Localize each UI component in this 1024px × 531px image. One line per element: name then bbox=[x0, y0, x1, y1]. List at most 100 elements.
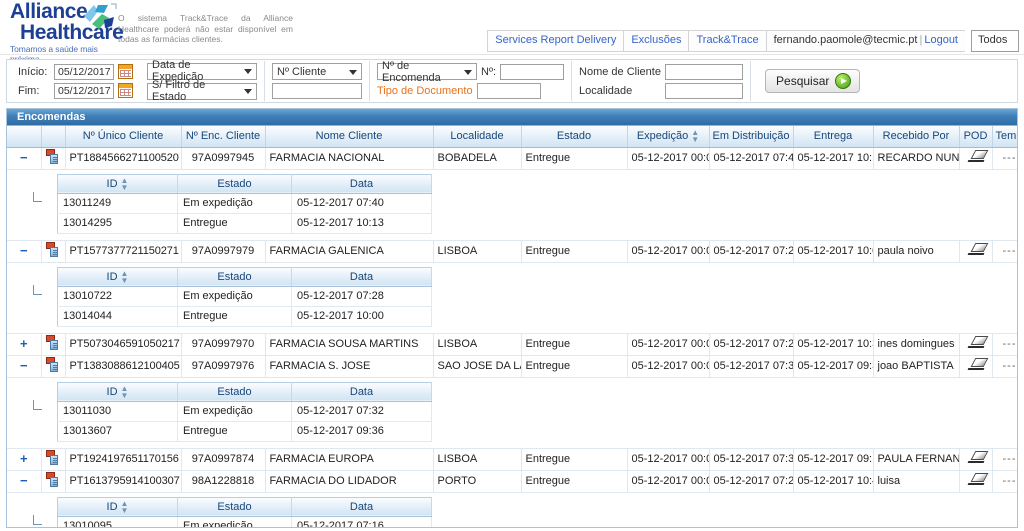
detail-col-id[interactable]: ID ▲ ▼ bbox=[57, 382, 178, 402]
table-row[interactable]: − PT1383088612100405 97A0997976 FARMACIA S.… bbox=[7, 355, 1017, 378]
fim-date-input[interactable]: 05/12/2017 bbox=[54, 82, 114, 99]
localidade-input[interactable] bbox=[665, 82, 744, 99]
detail-table-row: 13014295 Entregue 05-12-2017 10:13 bbox=[57, 213, 432, 234]
table-row[interactable]: + PT5073046591050217 97A0997970 FARMACIA SO… bbox=[7, 333, 1017, 356]
nav-exclusoes[interactable]: Exclusões bbox=[623, 30, 689, 52]
row-doc-cell[interactable] bbox=[41, 240, 66, 263]
row-expander-cell[interactable]: + bbox=[7, 448, 42, 471]
pod-pencil-icon[interactable] bbox=[967, 473, 985, 486]
cell-localidade: BOBADELA bbox=[433, 147, 522, 170]
cell-nome-cliente: FARMACIA SOUSA MARTINS bbox=[265, 333, 434, 356]
search-button-label: Pesquisar bbox=[776, 74, 830, 88]
expander-toggle[interactable]: − bbox=[18, 151, 29, 164]
table-row[interactable]: + PT1924197651170156 97A0997874 FARMACIA EU… bbox=[7, 448, 1017, 471]
cell-pod[interactable] bbox=[959, 470, 993, 493]
detail-col-data[interactable]: Data bbox=[291, 267, 432, 287]
detail-cell-data: 05-12-2017 10:13 bbox=[291, 213, 432, 234]
table-row[interactable]: − PT1884566271100520 97A0997945 FARMACIA NA… bbox=[7, 147, 1017, 170]
table-row[interactable]: − PT1577377721150271 97A0997979 FARMACIA GA… bbox=[7, 240, 1017, 263]
search-button[interactable]: Pesquisar bbox=[765, 69, 861, 93]
client-value-input[interactable] bbox=[272, 83, 362, 99]
table-row[interactable]: − PT1613795914100307 98A1228818 FARMACIA DO… bbox=[7, 470, 1017, 493]
date-type-select[interactable]: Data de Expedição bbox=[147, 59, 257, 83]
nav-services-report-delivery[interactable]: Services Report Delivery bbox=[487, 30, 624, 52]
detail-col-id[interactable]: ID ▲ ▼ bbox=[57, 267, 178, 287]
pod-pencil-icon[interactable] bbox=[967, 336, 985, 349]
cell-nome-cliente: FARMACIA NACIONAL bbox=[265, 147, 434, 170]
pod-pencil-icon[interactable] bbox=[967, 358, 985, 371]
cell-pod[interactable] bbox=[959, 147, 993, 170]
expander-toggle[interactable]: − bbox=[18, 244, 29, 257]
cell-pod[interactable] bbox=[959, 333, 993, 356]
detail-col-id[interactable]: ID ▲ ▼ bbox=[57, 497, 178, 517]
expander-toggle[interactable]: − bbox=[18, 359, 29, 372]
tipo-documento-input[interactable] bbox=[476, 82, 541, 99]
pod-pencil-icon[interactable] bbox=[967, 150, 985, 163]
col-entrega[interactable]: Entrega bbox=[793, 126, 874, 148]
row-doc-cell[interactable] bbox=[41, 147, 66, 170]
nav-track-and-trace[interactable]: Track&Trace bbox=[688, 30, 766, 52]
detail-col-id[interactable]: ID ▲ ▼ bbox=[57, 174, 178, 194]
col-unico-cliente[interactable]: Nº Único Cliente bbox=[65, 126, 182, 148]
state-filter-select[interactable]: S/ Filtro de Estado bbox=[147, 79, 257, 103]
logout-link[interactable]: Logout bbox=[924, 34, 958, 46]
document-icon[interactable] bbox=[46, 335, 60, 350]
row-expander-cell[interactable]: − bbox=[7, 240, 42, 263]
detail-col-data[interactable]: Data bbox=[291, 382, 432, 402]
col-em-distribuicao[interactable]: Em Distribuição bbox=[709, 126, 794, 148]
cell-unico-cliente: PT1383088612100405 bbox=[65, 355, 182, 378]
calendar-icon-inicio[interactable] bbox=[118, 64, 133, 79]
scope-select[interactable]: Todos bbox=[971, 30, 1019, 52]
expander-toggle[interactable]: − bbox=[18, 474, 29, 487]
cell-entrega: 05-12-2017 10:00 bbox=[793, 240, 874, 263]
pod-pencil-icon[interactable] bbox=[967, 243, 985, 256]
row-doc-cell[interactable] bbox=[41, 448, 66, 471]
nome-cliente-input[interactable] bbox=[665, 63, 744, 80]
order-field-select[interactable]: Nº de Encomenda bbox=[377, 60, 477, 84]
col-nome-cliente[interactable]: Nome Cliente bbox=[265, 126, 434, 148]
document-icon[interactable] bbox=[46, 472, 60, 487]
pod-pencil-icon[interactable] bbox=[967, 451, 985, 464]
document-icon[interactable] bbox=[46, 149, 60, 164]
detail-table-row: 13011030 Em expedição 05-12-2017 07:32 bbox=[57, 401, 432, 422]
document-icon[interactable] bbox=[46, 242, 60, 257]
inicio-date-input[interactable]: 05/12/2017 bbox=[54, 63, 114, 80]
detail-col-estado[interactable]: Estado bbox=[177, 174, 292, 194]
cell-pod[interactable] bbox=[959, 355, 993, 378]
document-icon[interactable] bbox=[46, 357, 60, 372]
cell-pod[interactable] bbox=[959, 448, 993, 471]
orders-table-head: Nº Único Cliente Nº Enc. Cliente Nome Cl… bbox=[7, 126, 1017, 148]
row-doc-cell[interactable] bbox=[41, 355, 66, 378]
row-expander-cell[interactable]: + bbox=[7, 333, 42, 356]
expander-toggle[interactable]: + bbox=[18, 452, 29, 465]
row-expander-cell[interactable]: − bbox=[7, 470, 42, 493]
calendar-icon-fim[interactable] bbox=[118, 83, 133, 98]
detail-col-data[interactable]: Data bbox=[291, 174, 432, 194]
cell-pod[interactable] bbox=[959, 240, 993, 263]
col-pod[interactable]: POD bbox=[959, 126, 993, 148]
document-icon[interactable] bbox=[46, 450, 60, 465]
detail-col-estado[interactable]: Estado bbox=[177, 382, 292, 402]
cell-estado: Entregue bbox=[521, 333, 628, 356]
client-field-select[interactable]: Nº Cliente bbox=[272, 63, 362, 80]
detail-table: ID ▲ ▼ Estado Data 13010095 Em expedição 05-12-… bbox=[57, 496, 432, 527]
col-localidade[interactable]: Localidade bbox=[433, 126, 522, 148]
col-estado[interactable]: Estado bbox=[521, 126, 628, 148]
detail-col-estado[interactable]: Estado bbox=[177, 267, 292, 287]
col-expedicao[interactable]: Expedição ▲ ▼ bbox=[627, 126, 710, 148]
detail-table-row: 13010095 Em expedição 05-12-2017 07:16 bbox=[57, 516, 432, 527]
row-expander-cell[interactable]: − bbox=[7, 147, 42, 170]
col-temp[interactable]: Temp. bbox=[992, 126, 1017, 148]
detail-col-data[interactable]: Data bbox=[291, 497, 432, 517]
numero-input[interactable] bbox=[500, 63, 565, 80]
row-expander-cell[interactable]: − bbox=[7, 355, 42, 378]
col-enc-cliente[interactable]: Nº Enc. Cliente bbox=[181, 126, 266, 148]
detail-cell-id: 13010722 bbox=[57, 286, 178, 307]
cell-temp: --- bbox=[992, 470, 1017, 493]
detail-col-estado[interactable]: Estado bbox=[177, 497, 292, 517]
page-header: Alliance Healthcare Tomamos a saúde mais… bbox=[0, 0, 1024, 64]
row-doc-cell[interactable] bbox=[41, 470, 66, 493]
expander-toggle[interactable]: + bbox=[18, 337, 29, 350]
row-doc-cell[interactable] bbox=[41, 333, 66, 356]
col-recebido-por[interactable]: Recebido Por bbox=[873, 126, 960, 148]
